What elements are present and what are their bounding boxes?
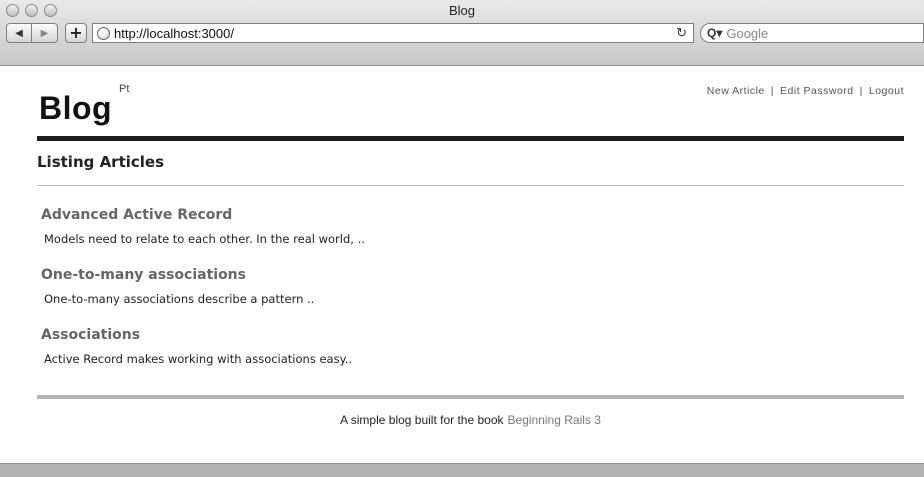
top-navigation: New Article | Edit Password | Logout (707, 85, 904, 97)
browser-statusbar (0, 463, 924, 477)
list-item: One-to-many associations One-to-many ass… (37, 267, 904, 327)
page-content: Blog Pt New Article | Edit Password | Lo… (37, 66, 904, 427)
search-placeholder: Google (726, 25, 769, 41)
new-article-link[interactable]: New Article (707, 85, 765, 97)
title-divider (37, 185, 904, 186)
url-text: http://localhost:3000/ (114, 25, 234, 41)
nav-separator: | (859, 85, 863, 97)
article-excerpt: Models need to relate to each other. In … (44, 232, 365, 246)
site-footer: A simple blog built for the book Beginnin… (37, 413, 904, 427)
forward-button[interactable]: ▶ (32, 23, 58, 43)
logout-link[interactable]: Logout (869, 85, 904, 97)
site-logo[interactable]: Blog (39, 90, 112, 127)
reload-icon[interactable]: ↻ (676, 25, 687, 41)
globe-icon (97, 26, 110, 40)
window-title: Blog (448, 3, 476, 18)
add-bookmark-button[interactable]: + (65, 23, 87, 43)
nav-separator: | (770, 85, 775, 97)
article-title-link[interactable]: One-to-many associations (41, 267, 904, 283)
back-arrow-icon: ◀ (15, 27, 23, 39)
plus-icon: + (69, 23, 83, 42)
edit-password-link[interactable]: Edit Password (780, 85, 854, 97)
page-title: Listing Articles (37, 153, 165, 171)
search-icon: Q▾ (707, 26, 723, 40)
article-title-link[interactable]: Advanced Active Record (41, 207, 904, 223)
footer-text: A simple blog built for the book (340, 413, 504, 427)
footer-divider (37, 395, 904, 399)
address-bar[interactable]: http://localhost:3000/ ↻ (92, 23, 694, 43)
forward-arrow-icon: ▶ (40, 27, 49, 39)
article-excerpt: One-to-many associations describe a patt… (44, 292, 315, 306)
site-header: Blog Pt New Article | Edit Password | Lo… (37, 66, 904, 136)
list-item: Advanced Active Record Models need to re… (37, 207, 904, 267)
search-input[interactable]: Q▾ Google (700, 23, 924, 43)
article-title-link[interactable]: Associations (41, 327, 904, 343)
article-excerpt: Active Record makes working with associa… (44, 352, 353, 366)
article-list: Advanced Active Record Models need to re… (37, 207, 904, 387)
history-buttons: ◀ ▶ (6, 23, 58, 43)
browser-titlebar: Blog ◀ ▶ + http://localhost:3000/ ↻ Q▾ G… (0, 0, 924, 66)
logo-superscript: Pt (119, 83, 130, 95)
back-button[interactable]: ◀ (6, 23, 32, 43)
header-divider (37, 136, 904, 141)
book-link[interactable]: Beginning Rails 3 (508, 413, 601, 427)
list-item: Associations Active Record makes working… (37, 327, 904, 387)
